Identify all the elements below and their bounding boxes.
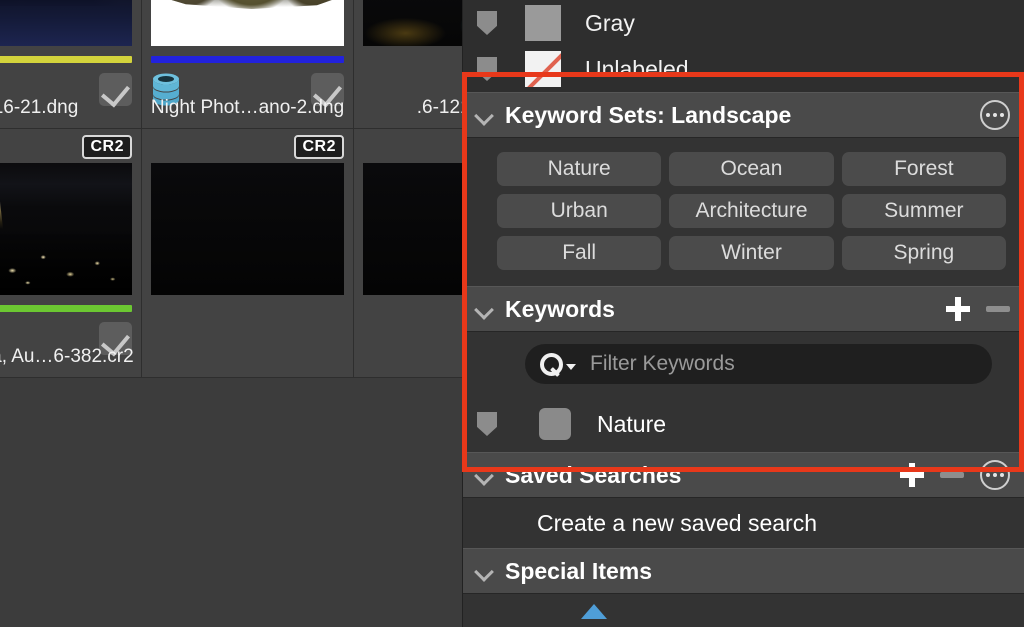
thumbnail-image[interactable]	[151, 163, 344, 295]
create-new-saved-search[interactable]: Create a new saved search	[463, 498, 1024, 548]
saved-searches-header[interactable]: Saved Searches	[463, 452, 1024, 498]
triangle-up-icon	[581, 604, 607, 619]
thumbnail-filename: Night Phot…ano-2.dng	[150, 97, 345, 118]
plus-icon[interactable]	[946, 297, 970, 321]
keyword-sets-title: Keyword Sets: Landscape	[505, 101, 792, 128]
thumbnail-image-wrap	[0, 157, 141, 301]
color-label-bar	[0, 305, 132, 312]
caret-down-icon[interactable]	[566, 364, 576, 370]
thumbnail-footer	[142, 301, 353, 377]
thumbnail-cell[interactable]: CR2 Arizona, Au…6-382.cr2	[0, 129, 142, 378]
special-items-body	[463, 594, 1024, 627]
color-tag-row-gray[interactable]: Gray	[463, 0, 1024, 46]
keyword-list-item[interactable]: Nature	[463, 396, 1024, 452]
keyword-set-button[interactable]: Fall	[497, 236, 662, 270]
keyword-set-button[interactable]: Nature	[497, 152, 662, 186]
thumbnail-browser[interactable]: 16-21.dngNight Phot…ano-2.dngCR2.6-121.c…	[0, 0, 462, 627]
thumbnail-footer	[354, 301, 462, 377]
keyword-set-button[interactable]: Architecture	[669, 194, 834, 228]
thumbnail-top-bar: CR2	[142, 129, 353, 159]
chevron-down-icon[interactable]	[473, 104, 495, 126]
thumbnail-grid: 16-21.dngNight Phot…ano-2.dngCR2.6-121.c…	[0, 0, 462, 378]
keyword-set-button[interactable]: Summer	[841, 194, 1006, 228]
app-window: 16-21.dngNight Phot…ano-2.dngCR2.6-121.c…	[0, 0, 1024, 627]
filter-placeholder: Filter Keywords	[590, 352, 735, 375]
color-tag-row-unlabeled[interactable]: Unlabeled	[463, 46, 1024, 92]
thumbnail-top-bar: CR2	[354, 129, 462, 157]
keywords-header[interactable]: Keywords	[463, 286, 1024, 332]
thumbnail-image-wrap	[354, 0, 462, 52]
thumbnail-image[interactable]	[151, 0, 344, 46]
thumbnail-image[interactable]	[0, 0, 132, 46]
chevron-down-icon[interactable]	[473, 464, 495, 486]
format-badge: CR2	[294, 135, 344, 159]
color-tag-label: Gray	[585, 9, 635, 36]
keyword-sets-body: Nature Ocean Forest Urban Architecture Summer…	[463, 138, 1024, 286]
thumbnail-cell[interactable]: CR2.6-121.cr2	[354, 0, 462, 129]
keywords-title: Keywords	[505, 295, 615, 322]
special-items-header[interactable]: Special Items	[463, 548, 1024, 594]
saved-searches-title: Saved Searches	[505, 461, 682, 488]
thumbnail-cell[interactable]: Night Phot…ano-2.dng	[142, 0, 354, 129]
thumbnail-image-wrap	[142, 0, 353, 52]
thumbnail-footer: .6-121.cr2	[354, 52, 462, 128]
thumbnail-filename: Arizona, Au…6-382.cr2	[0, 346, 134, 367]
keyword-set-grid: Nature Ocean Forest Urban Architecture Summer…	[497, 152, 1006, 270]
chevron-down-icon[interactable]	[473, 560, 495, 582]
thumbnail-filename: .6-121.cr2	[416, 97, 462, 118]
thumbnail-footer: Night Phot…ano-2.dng	[142, 52, 353, 128]
keyword-set-button[interactable]: Ocean	[669, 152, 834, 186]
thumbnail-image-wrap	[0, 0, 141, 52]
keyword-set-button[interactable]: Spring	[841, 236, 1006, 270]
shield-icon	[477, 412, 497, 436]
keyword-label: Nature	[597, 410, 667, 437]
thumbnail-image[interactable]	[0, 163, 132, 295]
color-label-bar	[0, 56, 132, 63]
shield-icon	[477, 11, 497, 35]
color-swatch-unlabeled	[525, 51, 561, 87]
thumbnail-image-wrap	[354, 157, 462, 301]
thumbnail-cell[interactable]: 16-21.dng	[0, 0, 142, 129]
special-items-title: Special Items	[505, 557, 653, 584]
shield-icon	[477, 57, 497, 81]
color-tag-label: Unlabeled	[585, 55, 689, 82]
filter-keywords-input[interactable]: Filter Keywords	[525, 344, 992, 384]
thumbnail-footer: Arizona, Au…6-382.cr2	[0, 301, 141, 377]
chevron-down-icon[interactable]	[473, 298, 495, 320]
thumbnail-image[interactable]	[363, 0, 462, 46]
plus-icon[interactable]	[900, 463, 924, 487]
keywords-filter-wrap: Filter Keywords	[463, 332, 1024, 396]
keyword-set-button[interactable]: Forest	[841, 152, 1006, 186]
thumbnail-cell[interactable]: CR2	[354, 129, 462, 378]
thumbnail-footer: 16-21.dng	[0, 52, 141, 128]
keyword-checkbox[interactable]	[539, 408, 571, 440]
keyword-set-button[interactable]: Urban	[497, 194, 662, 228]
thumbnail-image[interactable]	[363, 163, 462, 295]
thumbnail-image-wrap	[142, 157, 353, 301]
library-panel: Gray Unlabeled Keyword Sets: Landscape N…	[462, 0, 1024, 627]
ellipsis-circle-icon[interactable]	[980, 460, 1010, 490]
color-label-bar	[151, 56, 344, 63]
color-swatch-gray	[525, 5, 561, 41]
keyword-sets-header[interactable]: Keyword Sets: Landscape	[463, 92, 1024, 138]
thumbnail-cell[interactable]: CR2	[142, 129, 354, 378]
minus-icon[interactable]	[986, 306, 1010, 312]
format-badge: CR2	[82, 135, 132, 159]
search-icon[interactable]	[539, 352, 563, 376]
keyword-set-button[interactable]: Winter	[669, 236, 834, 270]
ellipsis-circle-icon[interactable]	[980, 100, 1010, 130]
thumbnail-top-bar: CR2	[0, 129, 141, 159]
minus-icon[interactable]	[940, 472, 964, 478]
thumbnail-filename: 16-21.dng	[0, 97, 79, 118]
